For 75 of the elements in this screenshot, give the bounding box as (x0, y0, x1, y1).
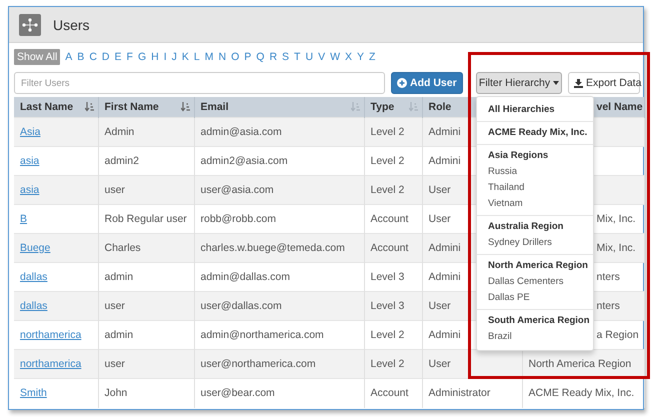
column-title: Type (370, 101, 394, 113)
user-link[interactable]: Buege (20, 242, 50, 254)
column-title: Email (200, 101, 229, 113)
plus-circle-icon (397, 78, 407, 88)
table-cell: user (98, 176, 194, 204)
letter-filter[interactable]: M (204, 51, 214, 63)
letter-filter[interactable]: V (318, 51, 326, 63)
table-cell: user@asia.com (194, 176, 364, 204)
column-header[interactable]: Last Name (14, 97, 98, 118)
user-link[interactable]: dallas (20, 271, 48, 283)
download-icon (574, 78, 583, 88)
letter-filter[interactable]: Q (256, 51, 264, 63)
table-cell: user (98, 350, 194, 378)
letter-filter[interactable]: G (138, 51, 146, 63)
letter-filter[interactable]: C (89, 51, 97, 63)
window-title: Users (53, 16, 90, 32)
letter-filter[interactable]: U (305, 51, 314, 63)
letter-filter[interactable]: R (269, 51, 278, 63)
letter-filter[interactable]: A (65, 51, 72, 63)
user-link[interactable]: asia (20, 184, 40, 196)
table-cell: user@bear.com (194, 378, 364, 408)
letter-filter[interactable]: X (345, 51, 352, 63)
letter-filter[interactable]: K (182, 51, 189, 63)
letter-filter[interactable]: H (151, 51, 159, 63)
table-cell: Account (364, 378, 422, 408)
letter-filter[interactable]: I (164, 51, 167, 63)
table-cell: Charles (98, 234, 194, 262)
table-cell: Level 2 (364, 350, 422, 378)
table-cell: user@dallas.com (194, 292, 364, 320)
letter-filter[interactable]: T (294, 51, 300, 63)
table-cell: Administrator (422, 378, 522, 408)
letter-filter[interactable]: Z (369, 51, 376, 63)
letter-filter[interactable]: S (282, 51, 290, 63)
table-cell: user@northamerica.com (194, 350, 364, 378)
user-link[interactable]: dallas (20, 300, 48, 312)
column-title: First Name (104, 101, 159, 113)
column-header[interactable]: Email (194, 97, 364, 118)
user-link[interactable]: Asia (20, 126, 40, 138)
letter-filter[interactable]: W (330, 51, 340, 63)
table-cell: user (98, 292, 194, 320)
table-cell: charles.w.buege@temeda.com (194, 234, 364, 262)
hierarchy-icon (19, 14, 41, 36)
sort-icon[interactable] (84, 102, 94, 112)
add-user-button[interactable]: Add User (391, 72, 463, 94)
column-header[interactable]: Type (364, 97, 422, 118)
letter-filter[interactable]: J (172, 51, 177, 63)
search-field[interactable]: Filter Users (14, 72, 385, 94)
letter-filter[interactable]: Y (357, 51, 364, 63)
letter-filter[interactable]: L (194, 51, 200, 63)
letter-filter[interactable]: E (114, 51, 122, 63)
sort-icon[interactable] (180, 102, 190, 112)
letter-filter[interactable]: D (102, 51, 110, 63)
letter-filter[interactable]: O (231, 51, 240, 63)
table-cell: Level 2 (364, 118, 422, 146)
letter-filter[interactable]: B (77, 51, 84, 63)
user-link[interactable]: northamerica (20, 329, 82, 341)
user-link[interactable]: Smith (20, 387, 47, 400)
show-all-filter[interactable]: Show All (14, 49, 60, 65)
user-link[interactable]: B (20, 213, 28, 225)
table-cell: John (98, 378, 194, 408)
table-cell: Level 2 (364, 176, 422, 204)
column-header[interactable]: First Name (98, 97, 194, 118)
letter-filter[interactable]: F (126, 51, 133, 63)
letter-filter[interactable]: N (218, 51, 226, 63)
filter-hierarchy-button[interactable]: Filter Hierarchy (476, 72, 562, 94)
caret-icon (553, 81, 560, 85)
export-data-button[interactable]: Export Data (568, 72, 640, 94)
column-title: Last Name (20, 101, 74, 113)
table-cell: Admin (98, 118, 194, 146)
table-cell: admin@asia.com (194, 118, 364, 146)
letter-filter[interactable]: P (244, 51, 252, 63)
table-cell: Account (364, 234, 422, 262)
user-link[interactable]: asia (20, 155, 40, 167)
table-cell: ACME Ready Mix, Inc. (522, 378, 644, 408)
table-cell: Level 3 (364, 292, 422, 320)
